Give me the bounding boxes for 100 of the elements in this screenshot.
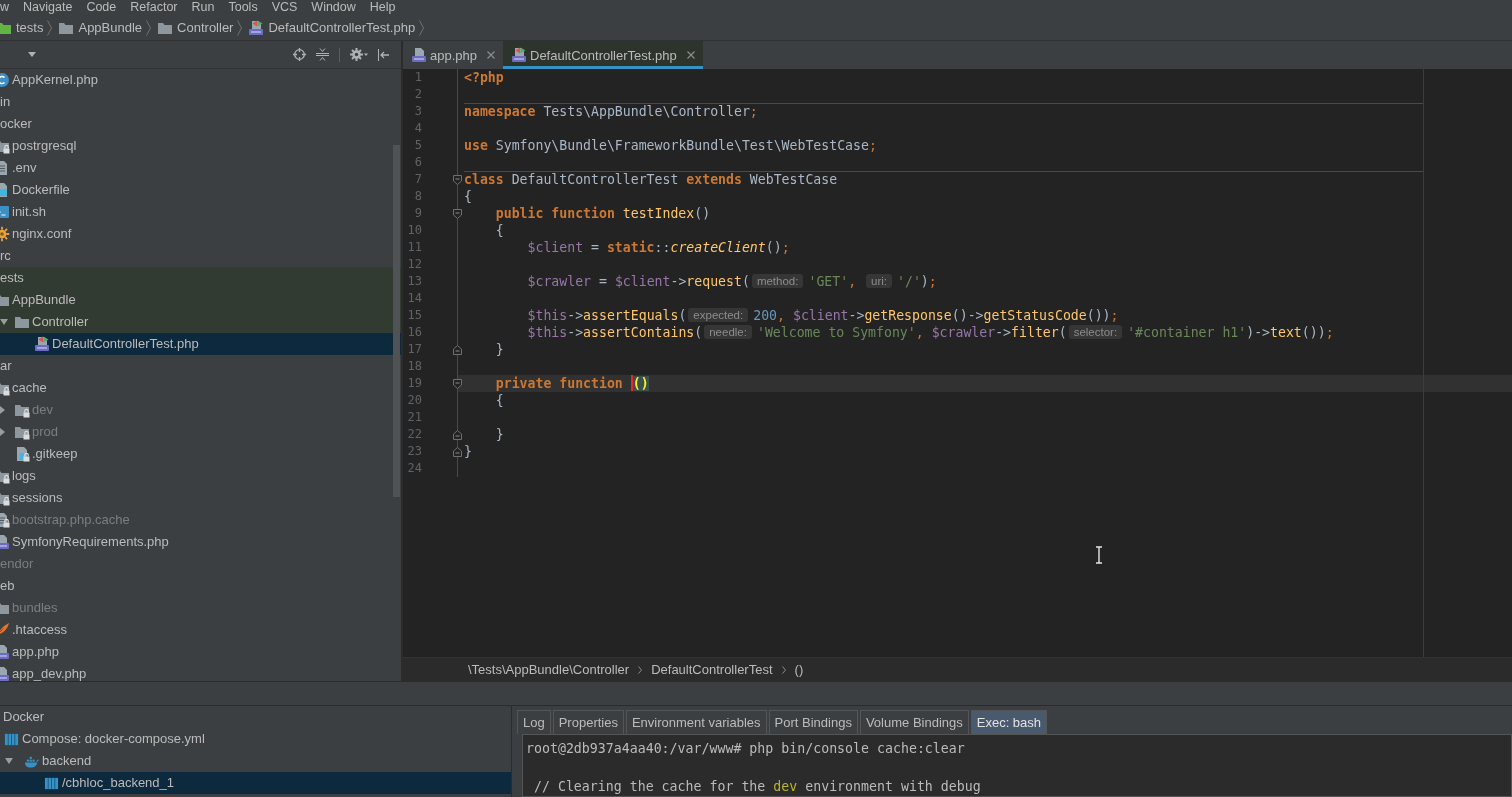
- tree-item[interactable]: eb: [0, 575, 401, 597]
- menu-item[interactable]: Tools: [221, 0, 265, 15]
- settings-icon[interactable]: [350, 48, 368, 61]
- tree-item[interactable]: /cbhloc_backend_1: [0, 772, 511, 794]
- line-number: 20: [406, 393, 422, 408]
- tree-item[interactable]: DefaultControllerTest.php: [0, 333, 401, 355]
- close-icon[interactable]: [487, 51, 495, 59]
- chevron-icon: [146, 19, 152, 36]
- dropdown-caret-icon[interactable]: [28, 52, 36, 57]
- fold-marker-icon[interactable]: [453, 430, 462, 440]
- collapse-all-icon[interactable]: [316, 48, 329, 61]
- tree-item[interactable]: rc: [0, 245, 401, 267]
- tree-item[interactable]: ests: [0, 267, 401, 289]
- line-number: 6: [413, 155, 422, 170]
- close-icon[interactable]: [686, 51, 695, 59]
- tree-item[interactable]: nginx.conf: [0, 223, 401, 245]
- caret-down-icon[interactable]: [5, 758, 13, 764]
- fold-marker-icon[interactable]: [453, 379, 462, 389]
- line-number: 18: [406, 359, 422, 374]
- panel-tab[interactable]: Log: [517, 710, 551, 734]
- tree-item[interactable]: cache: [0, 377, 401, 399]
- code-text: private function: [495, 376, 624, 391]
- code-text: public function testIndex(): [495, 206, 711, 221]
- menu-item[interactable]: Help: [362, 0, 403, 15]
- tree-item[interactable]: app_dev.php: [0, 663, 401, 681]
- scrollbar-thumb[interactable]: [393, 145, 400, 497]
- parameter-hint: method:: [751, 274, 804, 288]
- menu-item[interactable]: Run: [184, 0, 222, 15]
- breadcrumb-item[interactable]: tests: [0, 19, 44, 36]
- fold-marker-icon[interactable]: [453, 209, 462, 219]
- tree-item[interactable]: .gitkeep: [0, 443, 401, 465]
- code-text: {: [495, 393, 504, 408]
- panel-tab[interactable]: Properties: [552, 710, 624, 734]
- line-number: 16: [406, 325, 422, 340]
- panel-tab[interactable]: Volume Bindings: [859, 710, 969, 734]
- tree-item[interactable]: logs: [0, 465, 401, 487]
- fold-marker-icon[interactable]: [453, 447, 462, 457]
- breadcrumb-item[interactable]: DefaultControllerTest.php: [248, 19, 416, 36]
- fold-marker-icon[interactable]: [453, 345, 462, 355]
- tree-item[interactable]: .env: [0, 157, 401, 179]
- tree-item[interactable]: .htaccess: [0, 619, 401, 641]
- caret-down-icon[interactable]: [0, 319, 8, 325]
- line-number: 13: [406, 274, 422, 289]
- menu-item[interactable]: Window: [304, 0, 363, 15]
- code-text: $this->assertEquals(: [527, 308, 687, 323]
- tree-item[interactable]: postrgresql: [0, 135, 401, 157]
- tree-item[interactable]: ocker: [0, 113, 401, 135]
- tree-item[interactable]: app.php: [0, 641, 401, 663]
- line-number: 4: [413, 121, 422, 136]
- line-number: 8: [413, 189, 422, 204]
- code-text: $this->assertContains(: [527, 325, 703, 340]
- fold-marker-icon[interactable]: [453, 175, 462, 185]
- hide-icon[interactable]: [378, 48, 389, 61]
- editor-tab[interactable]: DefaultControllerTest.php: [503, 41, 703, 69]
- tree-item[interactable]: Controller: [0, 311, 401, 333]
- terminal-line: root@2db937a4aa40:/var/www# php bin/console cache:clear: [526, 740, 965, 758]
- breadcrumb-item[interactable]: (): [794, 662, 804, 677]
- container-icon: [44, 775, 59, 791]
- tree-item[interactable]: init.sh: [0, 201, 401, 223]
- line-number: 7: [413, 172, 422, 187]
- breadcrumb-item[interactable]: Controller: [157, 19, 234, 36]
- breadcrumb-item[interactable]: DefaultControllerTest: [651, 662, 773, 677]
- tree-item[interactable]: AppKernel.php: [0, 69, 401, 91]
- tree-item[interactable]: Docker: [0, 706, 511, 728]
- tree-item[interactable]: AppBundle: [0, 289, 401, 311]
- code-text: {: [464, 189, 472, 204]
- panel-tab[interactable]: Port Bindings: [768, 710, 858, 734]
- code-text: 200, $client->getResponse()->getStatusCode());: [753, 308, 1119, 323]
- tree-item[interactable]: backend: [0, 750, 511, 772]
- panel-tab[interactable]: Environment variables: [625, 710, 767, 734]
- line-number: 5: [413, 138, 422, 153]
- breadcrumb-item[interactable]: AppBundle: [58, 19, 143, 36]
- tree-item[interactable]: Dockerfile: [0, 179, 401, 201]
- menu-item[interactable]: Navigate: [16, 0, 80, 15]
- parameter-hint: selector:: [1068, 325, 1123, 339]
- menu-item[interactable]: VCS: [264, 0, 305, 15]
- panel-tab[interactable]: Exec: bash: [970, 710, 1048, 734]
- breadcrumb-item[interactable]: \Tests\AppBundle\Controller: [468, 662, 630, 677]
- text-caret: [630, 375, 633, 391]
- crosshair-icon[interactable]: [293, 48, 306, 61]
- menu-item[interactable]: w: [0, 0, 17, 15]
- line-number: 17: [406, 342, 422, 357]
- line-number: 23: [406, 444, 422, 459]
- editor-tab[interactable]: app.php: [403, 41, 503, 69]
- tree-item[interactable]: Compose: docker-compose.yml: [0, 728, 511, 750]
- tree-item[interactable]: SymfonyRequirements.php: [0, 531, 401, 553]
- code-text: }: [495, 342, 504, 357]
- tree-item[interactable]: sessions: [0, 487, 401, 509]
- caret-right-icon[interactable]: [0, 406, 5, 414]
- chevron-icon: [237, 19, 243, 36]
- terminal-line: // Clearing the cache for the dev environment with debug: [532, 778, 981, 796]
- line-number: 19: [406, 376, 422, 391]
- menu-item[interactable]: Refactor: [123, 0, 185, 15]
- tree-item[interactable]: in: [0, 91, 401, 113]
- line-number: 14: [406, 291, 422, 306]
- menu-item[interactable]: Code: [79, 0, 124, 15]
- php-test-file-icon: [511, 47, 527, 63]
- line-number: 1: [413, 70, 422, 85]
- caret-right-icon[interactable]: [0, 428, 5, 436]
- tree-item[interactable]: ar: [0, 355, 401, 377]
